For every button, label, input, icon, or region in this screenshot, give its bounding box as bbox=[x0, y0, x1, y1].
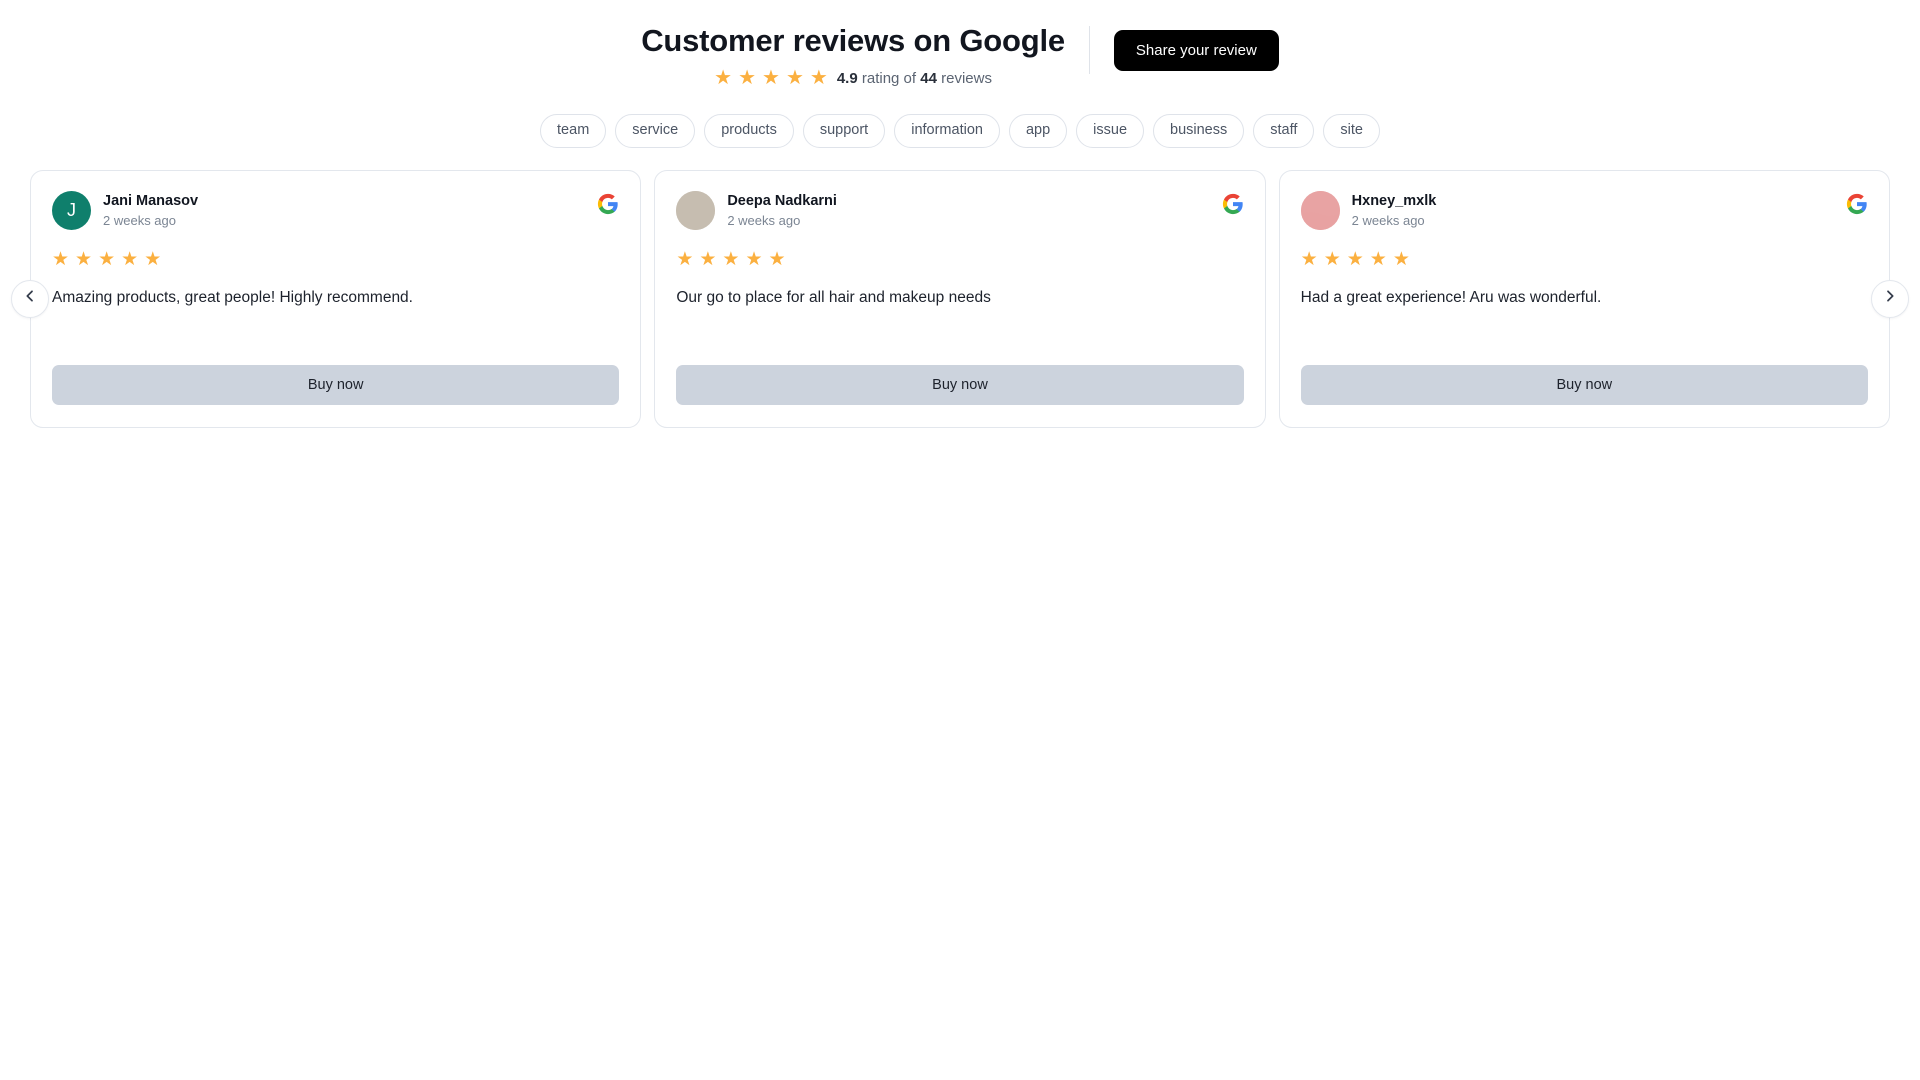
star-icon: ★ bbox=[785, 67, 804, 90]
avatar-initial: J bbox=[67, 199, 76, 220]
rating-suffix-text: reviews bbox=[936, 69, 992, 87]
header-star-rating: ★ ★ ★ ★ ★ bbox=[714, 68, 828, 88]
review-card: J Jani Manasov 2 weeks ago ★ ★ ★ ★ ★ Amazing pro… bbox=[30, 169, 642, 428]
star-icon: ★ bbox=[121, 248, 139, 270]
google-g-icon bbox=[1846, 191, 1868, 220]
star-icon: ★ bbox=[1346, 248, 1364, 270]
review-star-rating: ★ ★ ★ ★ ★ bbox=[1301, 250, 1868, 269]
review-author-name: Deepa Nadkarni bbox=[727, 192, 837, 209]
review-star-rating: ★ ★ ★ ★ ★ bbox=[52, 250, 619, 269]
review-author-meta: Deepa Nadkarni 2 weeks ago bbox=[727, 192, 837, 229]
tag-pill-issue[interactable]: issue bbox=[1076, 114, 1145, 148]
star-icon: ★ bbox=[52, 248, 70, 270]
widget-header: Customer reviews on Google ★ ★ ★ ★ ★ 4.9 rat… bbox=[0, 22, 1920, 88]
buy-now-button[interactable]: Buy now bbox=[52, 364, 620, 405]
review-card: Deepa Nadkarni 2 weeks ago ★ ★ ★ ★ ★ Our go to … bbox=[654, 169, 1266, 428]
star-icon: ★ bbox=[676, 248, 694, 270]
star-icon: ★ bbox=[714, 67, 733, 90]
review-star-rating: ★ ★ ★ ★ ★ bbox=[676, 250, 1243, 269]
star-icon: ★ bbox=[1323, 248, 1341, 270]
rating-text: 4.9 rating of 44 reviews bbox=[837, 70, 992, 87]
tag-pill-team[interactable]: team bbox=[540, 114, 607, 148]
tag-pill-site[interactable]: site bbox=[1323, 114, 1380, 148]
tag-pill-app[interactable]: app bbox=[1008, 114, 1068, 148]
rating-summary: ★ ★ ★ ★ ★ 4.9 rating of 44 reviews bbox=[714, 68, 992, 88]
review-author-meta: Hxney_mxlk 2 weeks ago bbox=[1352, 192, 1437, 229]
review-timestamp: 2 weeks ago bbox=[103, 212, 176, 228]
review-card-header: J Jani Manasov 2 weeks ago bbox=[52, 190, 619, 230]
google-g-icon bbox=[1222, 191, 1244, 220]
star-icon: ★ bbox=[1300, 248, 1318, 270]
header-title-block: Customer reviews on Google ★ ★ ★ ★ ★ 4.9 rat… bbox=[641, 22, 1065, 88]
star-icon: ★ bbox=[1369, 248, 1387, 270]
star-icon: ★ bbox=[809, 67, 828, 90]
page-title: Customer reviews on Google bbox=[641, 23, 1065, 58]
rating-value: 4.9 bbox=[836, 69, 858, 87]
chevron-right-icon bbox=[1882, 288, 1898, 309]
review-timestamp: 2 weeks ago bbox=[727, 212, 801, 228]
chevron-left-icon bbox=[22, 288, 38, 309]
star-icon: ★ bbox=[762, 67, 780, 90]
reviews-carousel: J Jani Manasov 2 weeks ago ★ ★ ★ ★ ★ Amazing pro… bbox=[0, 169, 1920, 428]
star-icon: ★ bbox=[745, 248, 763, 270]
review-text: Our go to place for all hair and makeup … bbox=[676, 288, 991, 306]
star-icon: ★ bbox=[144, 248, 162, 270]
carousel-next-button[interactable] bbox=[1871, 279, 1909, 318]
tag-pill-staff[interactable]: staff bbox=[1253, 114, 1315, 148]
star-icon: ★ bbox=[738, 67, 757, 90]
avatar bbox=[1300, 190, 1340, 230]
share-your-review-button[interactable]: Share your review bbox=[1113, 30, 1279, 71]
tag-pill-support[interactable]: support bbox=[802, 114, 886, 148]
review-author-block: J Jani Manasov 2 weeks ago bbox=[52, 190, 198, 230]
avatar: J bbox=[52, 190, 91, 230]
review-text: Amazing products, great people! Highly r… bbox=[52, 288, 413, 306]
tag-pill-service[interactable]: service bbox=[615, 114, 696, 148]
tag-pill-products[interactable]: products bbox=[704, 114, 794, 148]
star-icon: ★ bbox=[722, 248, 740, 270]
star-icon: ★ bbox=[98, 248, 116, 270]
star-icon: ★ bbox=[768, 248, 786, 270]
tag-pill-information[interactable]: information bbox=[894, 114, 1000, 148]
review-author-name: Jani Manasov bbox=[103, 192, 199, 209]
review-card-list: J Jani Manasov 2 weeks ago ★ ★ ★ ★ ★ Amazing pro… bbox=[30, 169, 1890, 428]
review-card: Hxney_mxlk 2 weeks ago ★ ★ ★ ★ ★ Had a great ex… bbox=[1278, 169, 1890, 428]
review-author-block: Hxney_mxlk 2 weeks ago bbox=[1300, 190, 1437, 230]
review-text: Had a great experience! Aru was wonderfu… bbox=[1300, 288, 1602, 306]
rating-count: 44 bbox=[920, 69, 937, 87]
tag-pill-business[interactable]: business bbox=[1153, 114, 1245, 148]
buy-now-button[interactable]: Buy now bbox=[1300, 364, 1868, 405]
header-divider bbox=[1088, 26, 1090, 74]
review-author-name: Hxney_mxlk bbox=[1351, 192, 1437, 209]
tag-filter-row: team service products support information app… bbox=[0, 114, 1920, 148]
review-author-meta: Jani Manasov 2 weeks ago bbox=[103, 192, 198, 229]
review-card-header: Hxney_mxlk 2 weeks ago bbox=[1300, 190, 1868, 230]
review-card-header: Deepa Nadkarni 2 weeks ago bbox=[676, 190, 1244, 230]
star-icon: ★ bbox=[75, 248, 93, 270]
star-icon: ★ bbox=[699, 248, 717, 270]
google-g-icon bbox=[597, 191, 619, 220]
rating-mid-text: rating of bbox=[857, 69, 921, 87]
avatar bbox=[676, 190, 716, 230]
carousel-prev-button[interactable] bbox=[11, 279, 49, 318]
review-author-block: Deepa Nadkarni 2 weeks ago bbox=[676, 190, 837, 230]
review-timestamp: 2 weeks ago bbox=[1351, 212, 1425, 228]
star-icon: ★ bbox=[1392, 248, 1410, 270]
buy-now-button[interactable]: Buy now bbox=[676, 364, 1244, 405]
google-reviews-widget: Customer reviews on Google ★ ★ ★ ★ ★ 4.9 rat… bbox=[0, 0, 1920, 428]
